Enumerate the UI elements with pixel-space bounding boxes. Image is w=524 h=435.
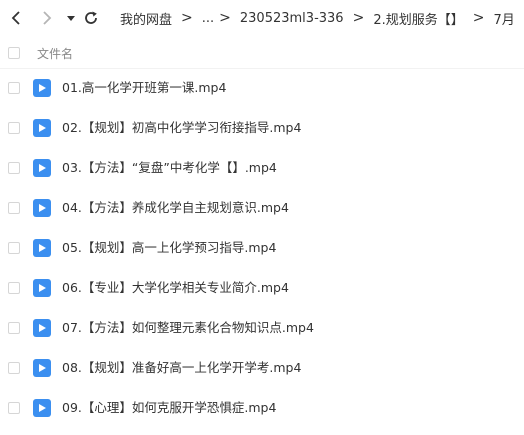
video-file-icon — [33, 119, 51, 137]
file-name[interactable]: 02.【规划】初高中化学学习衔接指导.mp4 — [62, 108, 301, 148]
video-file-icon — [33, 359, 51, 377]
video-file-icon — [33, 79, 51, 97]
row-checkbox[interactable] — [8, 122, 20, 134]
breadcrumb-item-july[interactable]: 7月 — [493, 9, 514, 28]
breadcrumb: 我的网盘 > ... > 230523ml3-336 > 2.规划服务【】 > … — [120, 0, 515, 36]
row-checkbox[interactable] — [8, 362, 20, 374]
file-name[interactable]: 07.【方法】如何整理元素化合物知识点.mp4 — [62, 308, 314, 348]
file-name[interactable]: 04.【方法】养成化学自主规划意识.mp4 — [62, 188, 289, 228]
video-file-icon — [33, 239, 51, 257]
history-dropdown-button[interactable] — [61, 8, 81, 28]
select-all-checkbox[interactable] — [8, 47, 20, 59]
toolbar: 我的网盘 > ... > 230523ml3-336 > 2.规划服务【】 > … — [0, 0, 524, 36]
file-name[interactable]: 06.【专业】大学化学相关专业简介.mp4 — [62, 268, 289, 308]
file-name[interactable]: 08.【规划】准备好高一上化学开学考.mp4 — [62, 348, 301, 388]
video-file-icon — [33, 159, 51, 177]
breadcrumb-separator: > — [352, 10, 365, 26]
chevron-right-icon — [43, 11, 52, 25]
file-row[interactable]: 03.【方法】“复盘”中考化学【】.mp4 — [0, 148, 524, 188]
file-row[interactable]: 08.【规划】准备好高一上化学开学考.mp4 — [0, 348, 524, 388]
file-name[interactable]: 09.【心理】如何克服开学恐惧症.mp4 — [62, 388, 276, 428]
file-row[interactable]: 05.【规划】高一上化学预习指导.mp4 — [0, 228, 524, 268]
forward-button[interactable] — [37, 8, 57, 28]
breadcrumb-separator: > — [219, 10, 231, 26]
breadcrumb-item-folder-230523[interactable]: 230523ml3-336 — [240, 11, 344, 26]
file-row[interactable]: 06.【专业】大学化学相关专业简介.mp4 — [0, 268, 524, 308]
chevron-left-icon — [11, 11, 20, 25]
row-checkbox[interactable] — [8, 242, 20, 254]
row-checkbox[interactable] — [8, 402, 20, 414]
video-file-icon — [33, 279, 51, 297]
refresh-icon — [85, 11, 97, 24]
row-checkbox[interactable] — [8, 202, 20, 214]
video-file-icon — [33, 399, 51, 417]
refresh-button[interactable] — [81, 8, 101, 28]
file-row[interactable]: 04.【方法】养成化学自主规划意识.mp4 — [0, 188, 524, 228]
file-name[interactable]: 05.【规划】高一上化学预习指导.mp4 — [62, 228, 276, 268]
breadcrumb-item-ellipsis[interactable]: ... — [202, 11, 214, 26]
breadcrumb-item-my-drive[interactable]: 我的网盘 — [120, 9, 172, 28]
file-row[interactable]: 01.高一化学开班第一课.mp4 — [0, 68, 524, 108]
file-name[interactable]: 01.高一化学开班第一课.mp4 — [62, 68, 226, 108]
file-row[interactable]: 09.【心理】如何克服开学恐惧症.mp4 — [0, 388, 524, 428]
row-checkbox[interactable] — [8, 282, 20, 294]
file-list-header: 文件名 — [0, 38, 524, 69]
caret-down-icon — [67, 16, 75, 21]
file-row[interactable]: 07.【方法】如何整理元素化合物知识点.mp4 — [0, 308, 524, 348]
breadcrumb-separator: > — [472, 10, 485, 26]
row-checkbox[interactable] — [8, 82, 20, 94]
file-name[interactable]: 03.【方法】“复盘”中考化学【】.mp4 — [62, 148, 277, 188]
video-file-icon — [33, 319, 51, 337]
video-file-icon — [33, 199, 51, 217]
row-checkbox[interactable] — [8, 322, 20, 334]
back-button[interactable] — [6, 8, 26, 28]
breadcrumb-separator: > — [181, 10, 193, 26]
breadcrumb-item-planning-service[interactable]: 2.规划服务【】 — [373, 9, 463, 28]
file-list: 01.高一化学开班第一课.mp4 02.【规划】初高中化学学习衔接指导.mp4 … — [0, 68, 524, 428]
file-row[interactable]: 02.【规划】初高中化学学习衔接指导.mp4 — [0, 108, 524, 148]
column-header-filename[interactable]: 文件名 — [37, 45, 73, 62]
row-checkbox[interactable] — [8, 162, 20, 174]
